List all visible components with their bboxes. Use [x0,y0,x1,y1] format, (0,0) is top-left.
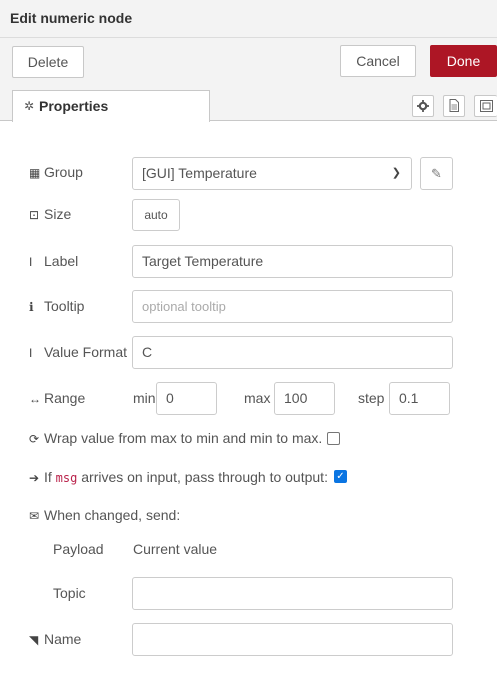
wrap-label: ⟳ Wrap value from max to min and min to m… [29,430,323,446]
pencil-icon: ✎ [431,166,442,181]
range-max-input[interactable]: 100 [274,382,335,415]
tooltip-label: ℹ Tooltip [29,298,85,314]
info-circle-icon: ℹ [29,300,34,314]
dialog-titlebar: Edit numeric node [0,0,497,38]
size-label: ⊡ Size [29,206,72,222]
edit-group-button[interactable]: ✎ [420,157,453,190]
msg-code: msg [55,471,78,485]
envelope-icon: ✉ [29,509,40,523]
size-icon: ⊡ [29,208,40,222]
name-input[interactable] [132,623,453,656]
refresh-icon: ⟳ [29,432,40,446]
topic-input[interactable] [132,577,453,610]
text-cursor-icon: I [29,255,33,269]
payload-label: Payload [53,541,104,557]
passthru-checkbox[interactable]: ✓ [334,470,347,483]
arrows-horizontal-icon: ↔ [29,392,41,406]
tooltip-input[interactable]: optional tooltip [132,290,453,323]
group-label: ▦ Group [29,164,83,180]
value-format-input[interactable]: C [132,336,453,369]
delete-button[interactable]: Delete [12,46,84,78]
wrap-checkbox[interactable] [327,432,340,445]
label-input[interactable]: Target Temperature [132,245,453,278]
range-step-input[interactable]: 0.1 [389,382,450,415]
range-min-input[interactable]: 0 [156,382,217,415]
tab-properties-label: Properties [39,98,109,114]
info-doc-icon[interactable] [443,95,465,117]
group-select[interactable]: [GUI] Temperature ❯ [132,157,412,190]
passthru-label: ➔ If msg arrives on input, pass through t… [29,469,328,485]
gear-icon[interactable] [412,95,434,117]
table-icon: ▦ [29,166,41,180]
chevron-down-icon: ❯ [391,167,401,179]
node-appearance-icon[interactable] [474,95,497,117]
range-max-label: max [244,390,271,406]
group-select-value: [GUI] Temperature [142,165,257,181]
cancel-button[interactable]: Cancel [340,45,416,77]
range-step-label: step [358,390,385,406]
text-cursor-icon: I [29,346,33,360]
done-button[interactable]: Done [430,45,497,77]
dialog-title: Edit numeric node [10,10,133,26]
label-label: I Label [29,253,79,269]
name-label: ◥ Name [29,631,82,647]
when-changed-label: ✉ When changed, send: [29,507,181,523]
range-label: ↔ Range [29,390,86,406]
tag-icon: ◥ [29,633,39,647]
arrow-right-icon: ➔ [29,471,40,485]
range-min-label: min [133,390,156,406]
tab-properties[interactable]: ✲ Properties [12,90,210,122]
topic-label: Topic [53,585,86,601]
gear-icon: ✲ [24,99,35,113]
dialog-button-bar: Delete Cancel Done [0,38,497,84]
value-format-label: I Value Format [29,344,127,360]
payload-value: Current value [133,541,218,557]
size-button[interactable]: auto [132,199,180,231]
